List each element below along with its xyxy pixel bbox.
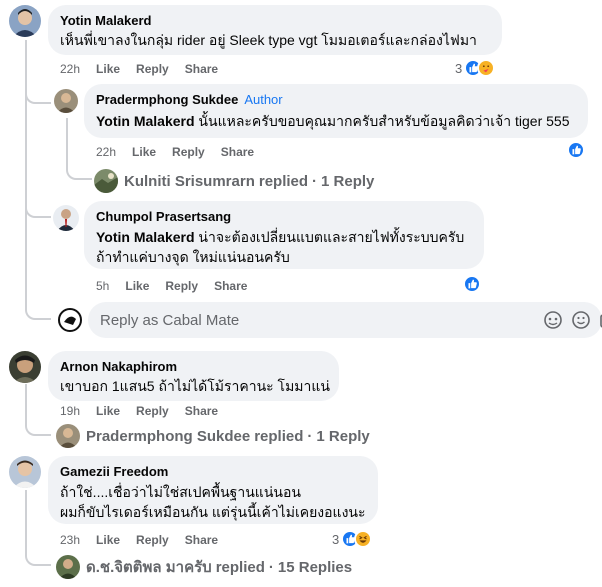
- reply-input[interactable]: Reply as Cabal Mate: [88, 302, 602, 338]
- separator: ·: [307, 427, 313, 445]
- avatar[interactable]: [9, 456, 41, 488]
- reply-text-body: นั้นแหละครับขอบคุณมากครับสำหรับข้อมูลคิด…: [194, 113, 570, 129]
- reply-actions: 5h Like Reply Share: [96, 279, 263, 293]
- replied-word: replied: [215, 558, 265, 576]
- replier-name: Pradermphong Sukdee: [86, 427, 251, 445]
- reply-text: Yotin Malakerd น่าจะต้องเปลี่ยนแบตและสาย…: [96, 227, 472, 247]
- mention-link[interactable]: Yotin Malakerd: [96, 113, 195, 129]
- replier-name: Kulniti Srisumrarn: [124, 172, 255, 190]
- reply-bubble: Chumpol Prasertsang Yotin Malakerd น่าจะ…: [84, 201, 484, 269]
- avatar[interactable]: [9, 351, 41, 383]
- emoji-icon[interactable]: [571, 310, 591, 330]
- thread-line-main: [25, 490, 27, 550]
- avatar-sticker-icon[interactable]: [543, 310, 563, 330]
- replied-word: replied: [254, 427, 304, 445]
- comment-actions: 19h Like Reply Share: [60, 404, 234, 418]
- view-replies-link[interactable]: Pradermphong Sukdee replied · 1 Reply: [56, 424, 370, 448]
- comment-time[interactable]: 23h: [60, 533, 80, 547]
- reply-actions: 22h Like Reply Share: [96, 145, 270, 159]
- comment-author[interactable]: Arnon Nakaphirom: [60, 359, 327, 375]
- reaction-summary[interactable]: [463, 275, 481, 293]
- reply-time[interactable]: 5h: [96, 279, 109, 293]
- thread-connector: [25, 196, 51, 218]
- reply-button[interactable]: Reply: [136, 533, 169, 547]
- reaction-summary[interactable]: 3: [455, 59, 496, 77]
- reply-button[interactable]: Reply: [136, 404, 169, 418]
- like-button[interactable]: Like: [125, 279, 149, 293]
- reply-text-body: น่าจะต้องเปลี่ยนแบตและสายไฟทั้งระบบครับ: [194, 229, 465, 245]
- thread-connector: [25, 548, 51, 566]
- like-button[interactable]: Like: [132, 145, 156, 159]
- reply-count: 1 Reply: [321, 172, 375, 190]
- comment-text-line2: ผมก็ขับไรเดอร์เหมือนกัน แต่รุ่นนี้เค้าไม…: [60, 504, 366, 520]
- reaction-count: 3: [455, 60, 463, 76]
- thread-line-main: [25, 384, 27, 424]
- page-avatar[interactable]: [57, 307, 83, 333]
- thread-line-sub: [66, 118, 68, 164]
- reaction-summary[interactable]: [567, 141, 585, 159]
- share-button[interactable]: Share: [185, 404, 218, 418]
- reply-input-placeholder: Reply as Cabal Mate: [100, 311, 240, 329]
- comment-text: ถ้าใช่....เชื่อว่าไม่ใช่สเปคพื้นฐานแน่นอ…: [60, 484, 301, 500]
- thread-connector: [25, 80, 51, 104]
- comment-time[interactable]: 22h: [60, 62, 80, 76]
- comment-text: เห็นพี่เขาลงในกลุ่ม rider อยู่ Sleek typ…: [60, 32, 477, 48]
- reaction-count: 3: [332, 531, 340, 547]
- haha-reaction-icon: [354, 530, 373, 548]
- replier-name: ด.ช.จิตติพล มาครับ: [86, 559, 212, 576]
- share-button[interactable]: Share: [221, 145, 254, 159]
- reply-author[interactable]: Chumpol Prasertsang: [96, 209, 472, 225]
- comment-author[interactable]: Yotin Malakerd: [60, 13, 490, 29]
- replier-avatar: [94, 169, 118, 193]
- mention-link[interactable]: Yotin Malakerd: [96, 229, 195, 245]
- reply-count: 15 Replies: [277, 558, 353, 576]
- view-replies-link[interactable]: Kulniti Srisumrarn replied · 1 Reply: [94, 169, 374, 193]
- like-reaction-icon: [463, 275, 481, 293]
- reply-button[interactable]: Reply: [165, 279, 198, 293]
- care-reaction-icon: [477, 59, 496, 77]
- replied-word: replied: [258, 172, 309, 190]
- reply-input-icons: [543, 310, 602, 330]
- separator: ·: [268, 558, 274, 576]
- reply-author: Pradermphong Sukdee Author: [96, 92, 576, 108]
- reply-bubble: Pradermphong Sukdee Author Yotin Malakerd…: [84, 84, 588, 138]
- comment-bubble: Gamezii Freedom ถ้าใช่....เชื่อว่าไม่ใช่…: [48, 456, 378, 524]
- reply-author-name[interactable]: Pradermphong Sukdee: [96, 92, 238, 107]
- like-reaction-icon: [567, 141, 585, 159]
- view-replies-link[interactable]: ด.ช.จิตติพล มาครับ replied · 15 Replies: [56, 555, 352, 579]
- reply-count: 1 Reply: [316, 427, 370, 445]
- like-button[interactable]: Like: [96, 404, 120, 418]
- reaction-summary[interactable]: 3: [332, 530, 373, 548]
- comment-bubble: Yotin Malakerd เห็นพี่เขาลงในกลุ่ม rider…: [48, 5, 502, 55]
- reply-button[interactable]: Reply: [172, 145, 205, 159]
- avatar[interactable]: [53, 205, 79, 231]
- like-button[interactable]: Like: [96, 533, 120, 547]
- thread-connector: [66, 160, 92, 180]
- comment-bubble: Arnon Nakaphirom เขาบอก 1แสน5 ถ้าไม่ได้โ…: [48, 351, 339, 401]
- thread-connector: [25, 300, 51, 320]
- comment-time[interactable]: 19h: [60, 404, 80, 418]
- separator: ·: [312, 172, 318, 190]
- reply-text: Yotin Malakerd นั้นแหละครับขอบคุณมากครับ…: [96, 111, 576, 131]
- comment-actions: 23h Like Reply Share: [60, 533, 234, 547]
- author-badge: Author: [244, 92, 283, 107]
- replier-avatar: [56, 555, 80, 579]
- comment-text: เขาบอก 1แสน5 ถ้าไม่ได้โม้ราคานะ โมมาแน่: [60, 378, 330, 394]
- share-button[interactable]: Share: [185, 533, 218, 547]
- replier-avatar: [56, 424, 80, 448]
- share-button[interactable]: Share: [214, 279, 247, 293]
- thread-connector: [25, 420, 51, 436]
- comment-actions: 22h Like Reply Share: [60, 62, 234, 76]
- share-button[interactable]: Share: [185, 62, 218, 76]
- avatar[interactable]: [54, 89, 78, 113]
- comment-author[interactable]: Gamezii Freedom: [60, 464, 366, 480]
- reply-text-line2: ถ้าทำแค่บางจุด ใหม่แน่นอนครับ: [96, 249, 290, 265]
- reply-time[interactable]: 22h: [96, 145, 116, 159]
- reply-button[interactable]: Reply: [136, 62, 169, 76]
- avatar[interactable]: [9, 5, 41, 37]
- like-button[interactable]: Like: [96, 62, 120, 76]
